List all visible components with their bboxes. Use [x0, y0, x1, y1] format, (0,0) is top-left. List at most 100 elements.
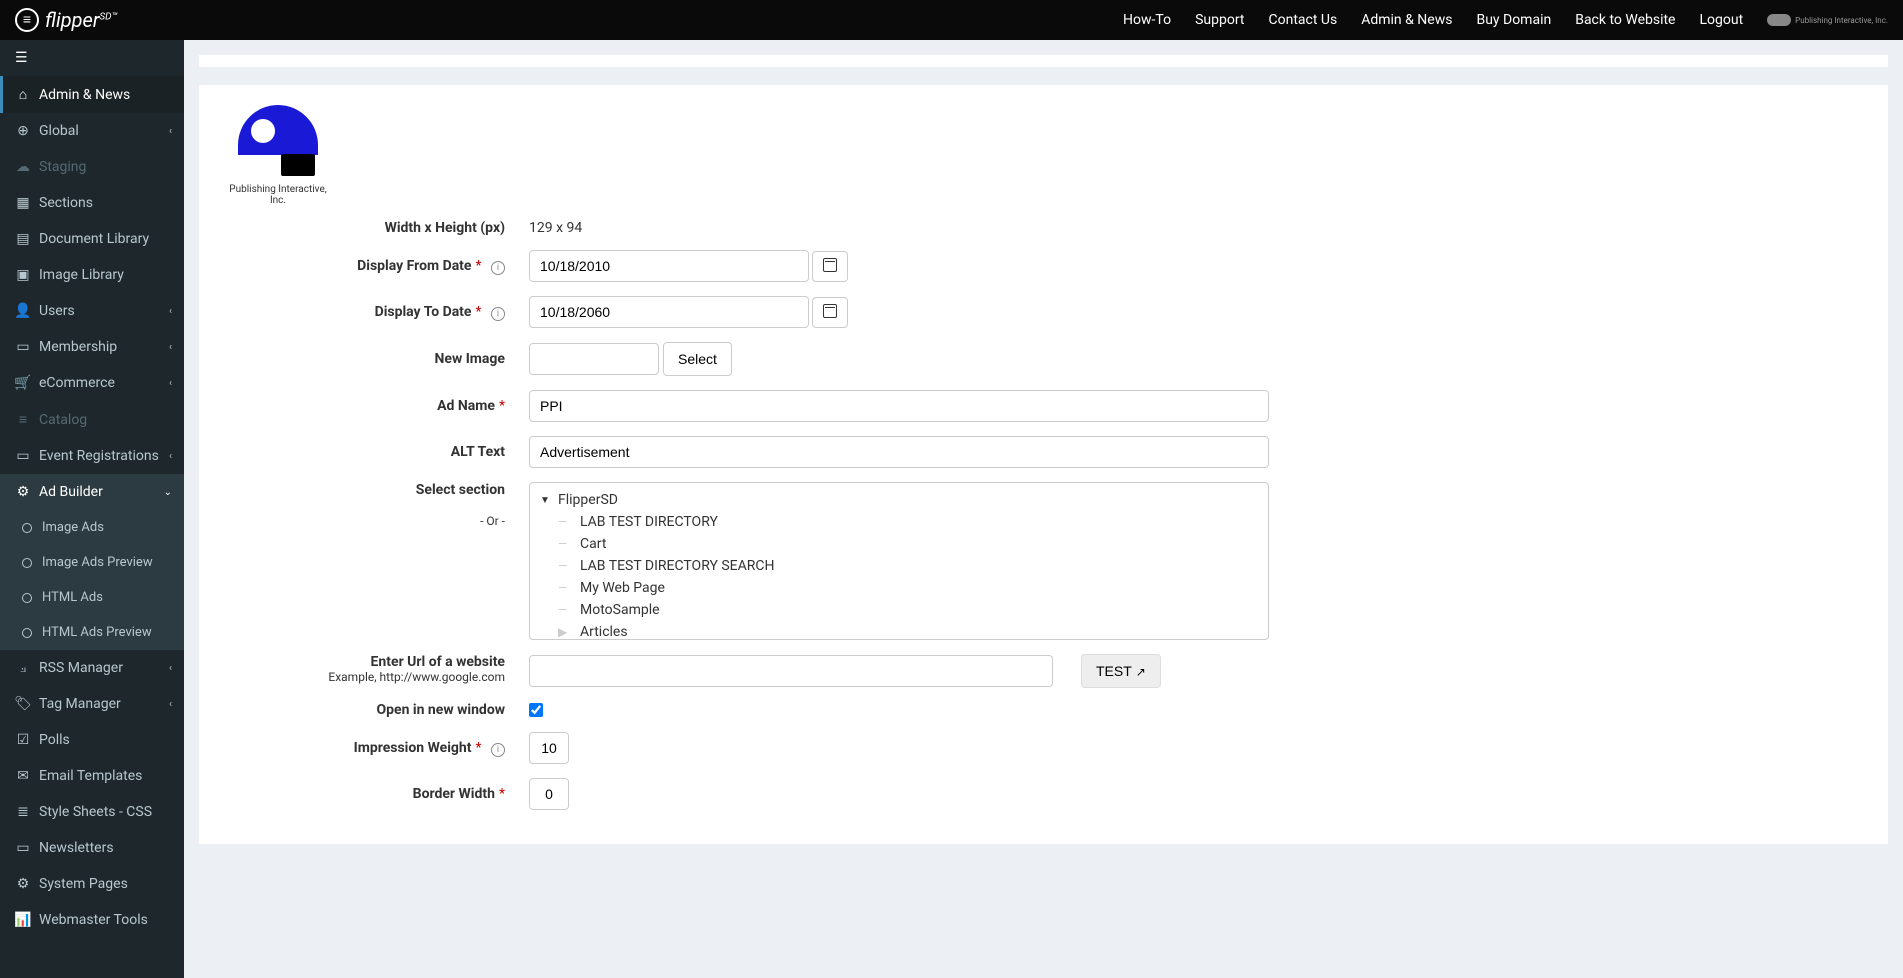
tree-node[interactable]: —MotoSample	[538, 599, 1260, 621]
sidebar-item-ad-builder[interactable]: ⚙Ad Builder⌄	[0, 474, 184, 510]
sidebar-item-label: Catalog	[39, 412, 87, 428]
new-image-input[interactable]	[529, 343, 659, 375]
sidebar-item-label: Newsletters	[39, 840, 114, 856]
display-to-input[interactable]	[529, 296, 809, 328]
tree-node[interactable]: —LAB TEST DIRECTORY	[538, 511, 1260, 533]
calendar-icon	[823, 304, 837, 318]
tree-connector-icon: —	[558, 559, 572, 573]
nav-logout[interactable]: Logout	[1699, 12, 1743, 28]
nav-back-to-website[interactable]: Back to Website	[1575, 12, 1675, 28]
tree-node-label: LAB TEST DIRECTORY SEARCH	[580, 558, 775, 574]
test-url-button[interactable]: TEST↗	[1081, 654, 1161, 688]
sidebar-item-label: Admin & News	[39, 87, 130, 103]
sidebar-item-label: System Pages	[39, 876, 128, 892]
sidebar-item-label: Webmaster Tools	[39, 912, 148, 928]
card-icon: ▭	[15, 339, 31, 355]
sidebar-item-staging[interactable]: ☁Staging	[0, 149, 184, 185]
border-width-input[interactable]	[529, 778, 569, 810]
logo-icon	[15, 8, 39, 32]
section-tree[interactable]: ▼ FlipperSD —LAB TEST DIRECTORY—Cart — LAB T…	[529, 482, 1269, 640]
cog-icon: ⚙	[15, 876, 31, 892]
sidebar-item-email-templates[interactable]: ✉Email Templates	[0, 758, 184, 794]
sidebar-subitem-html-ads[interactable]: HTML Ads	[0, 580, 184, 615]
list-icon: ≡	[15, 411, 31, 428]
sidebar-item-document-library[interactable]: ▤ Document Library	[0, 221, 184, 257]
calendar-icon	[823, 258, 837, 272]
info-icon[interactable]: i	[491, 307, 505, 321]
sidebar-subitem-image-ads-preview[interactable]: Image Ads Preview	[0, 545, 184, 580]
sidebar-subitem-html-ads-preview[interactable]: HTML Ads Preview	[0, 615, 184, 650]
sidebar-item-label: Image Ads	[42, 520, 104, 535]
sidebar-item-polls[interactable]: ☑Polls	[0, 722, 184, 758]
nav-how-to[interactable]: How-To	[1123, 12, 1171, 28]
tree-node-root[interactable]: ▼ FlipperSD	[538, 489, 1260, 511]
display-from-label: Display From Date* i	[223, 258, 529, 275]
sidebar-item-rss-manager[interactable]: ⟓RSS Manager‹	[0, 650, 184, 686]
ad-name-label: Ad Name*	[223, 398, 529, 414]
sidebar-item-admin-news[interactable]: ⌂Admin & News	[0, 76, 184, 113]
open-new-window-label: Open in new window	[223, 702, 529, 718]
ad-preview-logo: Publishing Interactive, Inc.	[223, 105, 1864, 206]
sidebar-item-label: Document Library	[39, 231, 149, 247]
nav-contact-us[interactable]: Contact Us	[1268, 12, 1337, 28]
top-nav: How-To Support Contact Us Admin & News B…	[1123, 12, 1888, 28]
alt-text-input[interactable]	[529, 436, 1269, 468]
chevron-left-icon: ‹	[169, 342, 172, 353]
tree-node[interactable]: — LAB TEST DIRECTORY SEARCH	[538, 555, 1260, 577]
sidebar-item-ecommerce[interactable]: 🛒eCommerce‹	[0, 365, 184, 401]
url-input[interactable]	[529, 655, 1053, 687]
tree-node-label: FlipperSD	[558, 492, 618, 508]
sidebar-item-label: Staging	[39, 159, 86, 175]
sidebar-item-label: Image Library	[39, 267, 124, 283]
news-icon: ▭	[15, 840, 31, 856]
display-from-calendar-button[interactable]	[812, 251, 848, 282]
select-image-button[interactable]: Select	[663, 342, 732, 376]
sidebar-item-sections[interactable]: ▦Sections	[0, 185, 184, 221]
sidebar-nav: ⌂Admin & News⊕Global‹☁Staging▦Sections ▤ D…	[0, 76, 184, 938]
impression-weight-input[interactable]	[529, 732, 569, 764]
nav-buy-domain[interactable]: Buy Domain	[1476, 12, 1551, 28]
partner-logo: Publishing Interactive, Inc.	[1767, 14, 1888, 26]
nav-support[interactable]: Support	[1195, 12, 1244, 28]
sidebar-item-label: Membership	[39, 339, 117, 355]
tree-node-label: My Web Page	[580, 580, 665, 596]
tree-node[interactable]: ▶Articles	[538, 621, 1260, 640]
tree-node[interactable]: —Cart	[538, 533, 1260, 555]
sidebar-item-webmaster-tools[interactable]: 📊Webmaster Tools	[0, 902, 184, 938]
info-icon[interactable]: i	[491, 261, 505, 275]
sidebar-item-label: HTML Ads	[42, 590, 103, 605]
open-new-window-checkbox[interactable]	[529, 703, 543, 717]
display-to-calendar-button[interactable]	[812, 297, 848, 328]
tree-collapse-icon: ▼	[538, 495, 552, 506]
display-from-input[interactable]	[529, 250, 809, 282]
sidebar-item-newsletters[interactable]: ▭ Newsletters	[0, 830, 184, 866]
tree-node[interactable]: —My Web Page	[538, 577, 1260, 599]
border-width-label: Border Width*	[223, 786, 529, 802]
alt-text-label: ALT Text	[223, 444, 529, 460]
sidebar-item-catalog[interactable]: ≡ Catalog	[0, 401, 184, 438]
sidebar-subitem-image-ads[interactable]: Image Ads	[0, 510, 184, 545]
layers-icon: ≣	[15, 804, 31, 820]
image-icon: ▣	[15, 267, 31, 283]
brand-logo: flipperSD™	[15, 8, 118, 32]
sidebar-item-event-registrations[interactable]: ▭Event Registrations‹	[0, 438, 184, 474]
file-icon: ▤	[15, 231, 31, 247]
tree-node-label: MotoSample	[580, 602, 660, 618]
content-top-strip	[199, 55, 1888, 67]
rss-icon: ⟓	[15, 660, 31, 676]
sidebar-toggle[interactable]: ☰	[0, 40, 184, 76]
chevron-left-icon: ‹	[169, 699, 172, 710]
sidebar-item-label: Event Registrations	[39, 448, 159, 464]
width-height-label: Width x Height (px)	[223, 220, 529, 236]
sidebar-item-users[interactable]: 👤Users‹	[0, 293, 184, 329]
ad-name-input[interactable]	[529, 390, 1269, 422]
info-icon[interactable]: i	[491, 743, 505, 757]
sidebar-item-tag-manager[interactable]: 🏷Tag Manager‹	[0, 686, 184, 722]
sidebar-item-system-pages[interactable]: ⚙ System Pages	[0, 866, 184, 902]
nav-admin-news[interactable]: Admin & News	[1361, 12, 1452, 28]
sidebar-item-style-sheets-css[interactable]: ≣Style Sheets - CSS	[0, 794, 184, 830]
sidebar-item-membership[interactable]: ▭ Membership ‹	[0, 329, 184, 365]
sidebar-item-image-library[interactable]: ▣ Image Library	[0, 257, 184, 293]
sidebar-item-global[interactable]: ⊕Global‹	[0, 113, 184, 149]
sidebar-item-label: Users	[39, 303, 75, 319]
